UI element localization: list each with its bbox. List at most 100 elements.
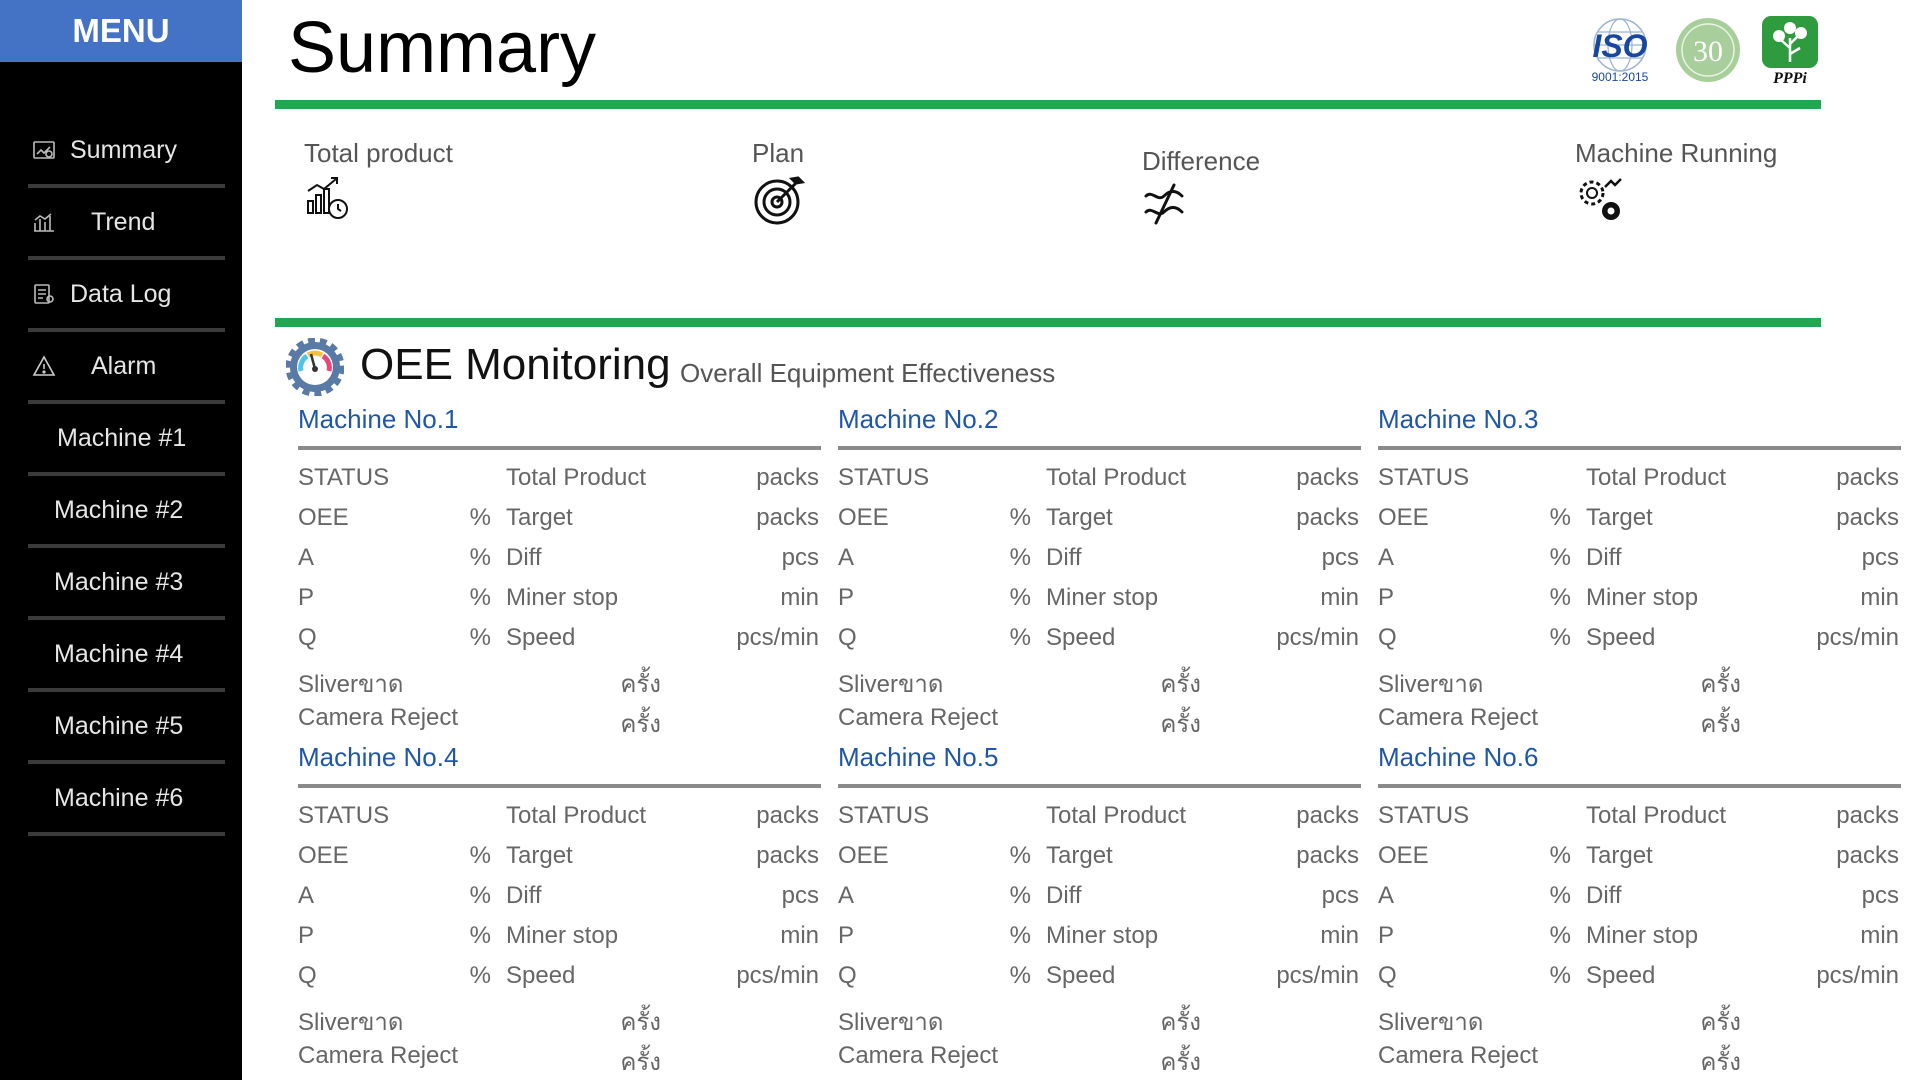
sidebar-item-label: Machine #6 <box>54 783 184 812</box>
status-label: STATUS <box>838 464 930 491</box>
miner-stop-label: Miner stop <box>506 922 619 949</box>
unit-percent: % <box>469 544 491 571</box>
unit-pcs: pcs <box>1321 882 1359 909</box>
unit-percent: % <box>1549 504 1571 531</box>
table-row: Sliverขาด ครั้ง <box>838 1002 1361 1036</box>
table-row: A% Diff pcs <box>1378 882 1901 914</box>
sliver-broken-label: Sliverขาด <box>1378 671 1484 698</box>
sidebar-item-label: Machine #2 <box>54 495 184 524</box>
unit-pcs: pcs <box>1861 882 1899 909</box>
unit-times: ครั้ง <box>620 671 661 698</box>
unit-times: ครั้ง <box>1700 1009 1741 1036</box>
machine-title[interactable]: Machine No.4 <box>298 742 458 773</box>
target-label: Target <box>506 842 573 869</box>
unit-percent: % <box>469 922 491 949</box>
performance-label: P <box>838 922 855 949</box>
sidebar-item-trend[interactable]: Trend <box>28 188 225 260</box>
table-row: STATUS Total Product packs <box>298 464 821 496</box>
sliver-broken-label: Sliverขาด <box>838 671 944 698</box>
unit-packs: packs <box>1296 504 1359 531</box>
header-divider <box>275 100 1821 109</box>
diff-label: Diff <box>506 544 542 571</box>
sidebar-item-machine-3[interactable]: Machine #3 <box>28 548 225 620</box>
diff-label: Diff <box>1586 882 1622 909</box>
unit-pcs-min: pcs/min <box>1816 624 1899 651</box>
unit-times: ครั้ง <box>620 1009 661 1036</box>
table-row: A% Diff pcs <box>838 544 1361 576</box>
table-row: Q% Speed pcs/min <box>298 624 821 656</box>
unit-packs: packs <box>756 842 819 869</box>
kpi-label: Difference <box>1142 146 1261 176</box>
camera-reject-label: Camera Reject <box>298 1042 459 1069</box>
speed-label: Speed <box>506 962 576 989</box>
menu-header[interactable]: MENU <box>0 0 242 62</box>
iso-logo-text: ISO <box>1592 28 1647 64</box>
unit-percent: % <box>469 962 491 989</box>
sidebar-item-machine-6[interactable]: Machine #6 <box>28 764 225 836</box>
unit-pcs-min: pcs/min <box>736 624 819 651</box>
sidebar-item-summary[interactable]: Summary <box>28 116 225 188</box>
camera-reject-label: Camera Reject <box>1378 704 1539 731</box>
performance-label: P <box>1378 584 1395 611</box>
oee-label: OEE <box>298 504 349 531</box>
unit-packs: packs <box>1836 802 1899 829</box>
unit-times: ครั้ง <box>620 711 661 738</box>
sidebar-item-data-log[interactable]: Data Log <box>28 260 225 332</box>
table-row: OEE% Target packs <box>838 842 1361 874</box>
table-row: Camera Reject ครั้ง <box>298 1042 821 1076</box>
sidebar-item-machine-1[interactable]: Machine #1 <box>28 404 225 476</box>
unit-percent: % <box>1009 922 1031 949</box>
machine-title[interactable]: Machine No.2 <box>838 404 998 435</box>
table-row: STATUS Total Product packs <box>1378 802 1901 834</box>
sidebar-item-machine-4[interactable]: Machine #4 <box>28 620 225 692</box>
machine-divider <box>838 784 1361 788</box>
unit-percent: % <box>469 624 491 651</box>
unit-times: ครั้ง <box>1160 711 1201 738</box>
availability-label: A <box>838 544 855 571</box>
production-chart-clock-icon <box>307 177 348 219</box>
unit-packs: packs <box>756 504 819 531</box>
table-row: P% Miner stop min <box>838 584 1361 616</box>
unit-pcs-min: pcs/min <box>1816 962 1899 989</box>
quality-label: Q <box>838 962 857 989</box>
diff-label: Diff <box>1046 882 1082 909</box>
table-row: OEE% Target packs <box>298 842 821 874</box>
performance-label: P <box>298 922 315 949</box>
table-row: P% Miner stop min <box>838 922 1361 954</box>
table-row: Q% Speed pcs/min <box>838 624 1361 656</box>
unit-min: min <box>1320 922 1359 949</box>
unit-packs: packs <box>1836 842 1899 869</box>
table-row: Camera Reject ครั้ง <box>838 1042 1361 1076</box>
machine-title[interactable]: Machine No.1 <box>298 404 458 435</box>
sidebar-item-label: Machine #4 <box>54 639 184 668</box>
unit-times: ครั้ง <box>1160 1009 1201 1036</box>
quality-label: Q <box>838 624 857 651</box>
kpi-machine-running: Machine Running <box>1575 138 1777 230</box>
machine-title[interactable]: Machine No.6 <box>1378 742 1538 773</box>
status-label: STATUS <box>1378 464 1470 491</box>
table-row: Sliverขาด ครั้ง <box>838 664 1361 698</box>
sidebar-item-machine-2[interactable]: Machine #2 <box>28 476 225 548</box>
unit-percent: % <box>1009 544 1031 571</box>
unit-times: ครั้ง <box>1700 671 1741 698</box>
table-row: OEE% Target packs <box>1378 504 1901 536</box>
unit-pcs: pcs <box>781 544 819 571</box>
sidebar-item-alarm[interactable]: Alarm <box>28 332 225 404</box>
not-equal-icon <box>1144 183 1184 225</box>
machine-title[interactable]: Machine No.3 <box>1378 404 1538 435</box>
pppi-brand-logo-icon: PPPi <box>1762 16 1818 86</box>
table-row: P% Miner stop min <box>1378 584 1901 616</box>
sidebar-item-machine-5[interactable]: Machine #5 <box>28 692 225 764</box>
machine-title[interactable]: Machine No.5 <box>838 742 998 773</box>
status-label: STATUS <box>838 802 930 829</box>
total-product-label: Total Product <box>1046 464 1187 491</box>
total-product-label: Total Product <box>1046 802 1187 829</box>
table-row: A% Diff pcs <box>298 882 821 914</box>
table-row: STATUS Total Product packs <box>1378 464 1901 496</box>
unit-packs: packs <box>756 464 819 491</box>
availability-label: A <box>838 882 855 909</box>
speed-label: Speed <box>1046 624 1116 651</box>
quality-label: Q <box>298 962 317 989</box>
unit-pcs: pcs <box>1321 544 1359 571</box>
camera-reject-label: Camera Reject <box>1378 1042 1539 1069</box>
